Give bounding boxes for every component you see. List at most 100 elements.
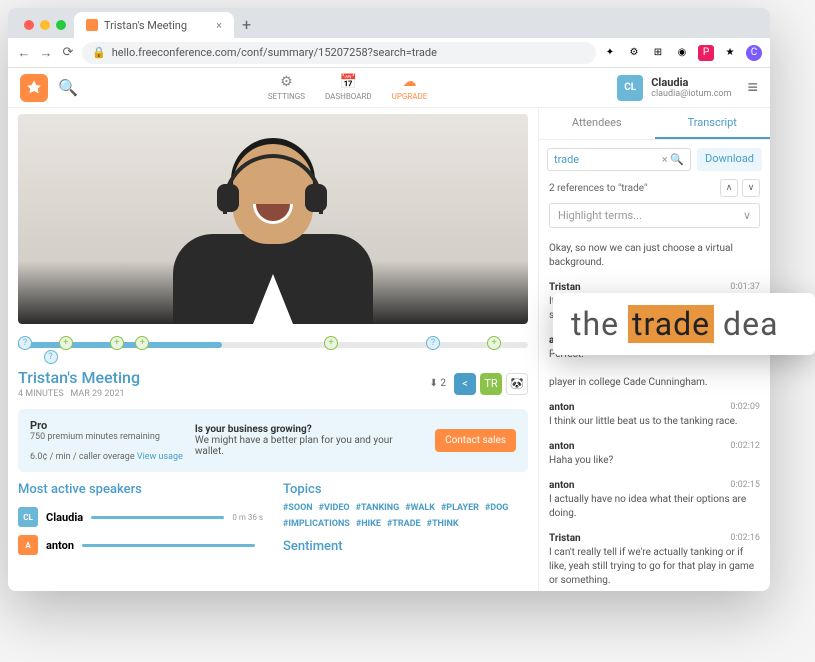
clear-icon[interactable]: × 🔍: [662, 153, 684, 166]
transcript-text: player in college Cade Cunningham.: [549, 376, 760, 390]
transcript-item[interactable]: anton 0:02:12 Haha you like?: [549, 435, 760, 474]
back-icon[interactable]: ←: [16, 45, 32, 61]
calendar-icon: 📅: [340, 74, 357, 90]
ext-icon[interactable]: ✦: [602, 45, 618, 61]
download-link[interactable]: Download: [697, 148, 762, 171]
favicon: [86, 19, 98, 31]
transcript-search-input[interactable]: trade × 🔍: [547, 148, 691, 171]
tab-attendees[interactable]: Attendees: [539, 108, 655, 139]
extension-icons: ✦ ⚙ ⊞ ◉ P ★ C: [602, 45, 762, 61]
app-header: 🔍 ⚙SETTINGS 📅DASHBOARD ☁UPGRADE CL Claud…: [8, 68, 770, 108]
speaker-duration: 0 m 36 s: [232, 513, 263, 522]
highlight-select[interactable]: Highlight terms... ∨: [549, 203, 760, 228]
reference-count: 2 references to "trade": [549, 183, 647, 194]
ext-icon[interactable]: ⚙: [626, 45, 642, 61]
reload-icon[interactable]: ⟳: [60, 45, 76, 60]
meeting-meta: 4 MINUTES MAR 29 2021: [18, 389, 140, 399]
tab-close-icon[interactable]: ×: [216, 19, 222, 32]
browser-tab[interactable]: Tristan's Meeting ×: [74, 12, 234, 38]
tr-badge[interactable]: TR: [480, 373, 502, 395]
ref-prev-button[interactable]: ∧: [720, 179, 738, 197]
ext-icon[interactable]: ★: [722, 45, 738, 61]
chevron-down-icon: ∨: [743, 209, 751, 222]
hamburger-icon[interactable]: ≡: [747, 77, 758, 98]
transcript-text: I actually have no idea what their optio…: [549, 493, 760, 521]
avatar: CL: [617, 75, 643, 101]
user-menu[interactable]: CL Claudia claudia@iotum.com ≡: [617, 75, 758, 101]
browser-tabbar: Tristan's Meeting × +: [8, 8, 770, 38]
lock-icon: 🔒: [92, 46, 106, 59]
search-icon[interactable]: 🔍: [58, 78, 78, 97]
transcript-time: 0:02:12: [730, 441, 760, 452]
topic-tag[interactable]: #SOON: [283, 503, 313, 513]
topic-tag[interactable]: #THINK: [427, 519, 459, 529]
nav-settings[interactable]: ⚙SETTINGS: [260, 70, 313, 105]
topic-tag[interactable]: #VIDEO: [319, 503, 350, 513]
transcript-time: 0:01:37: [730, 282, 760, 293]
transcript-text: I think our little beat us to the tankin…: [549, 415, 760, 429]
ref-next-button[interactable]: ∨: [742, 179, 760, 197]
transcript-speaker: anton: [549, 402, 574, 413]
timeline-marker[interactable]: +: [59, 336, 73, 350]
window-maximize[interactable]: [56, 20, 66, 30]
topic-tag[interactable]: #TRADE: [387, 519, 421, 529]
forward-icon[interactable]: →: [38, 45, 54, 61]
avatar: A: [18, 535, 38, 555]
url-field[interactable]: 🔒 hello.freeconference.com/conf/summary/…: [82, 42, 596, 64]
gear-icon: ⚙: [280, 74, 293, 90]
topic-tag[interactable]: #DOG: [485, 503, 509, 513]
video-thumbnail[interactable]: [18, 114, 528, 324]
timeline-marker[interactable]: ?: [18, 336, 32, 350]
app-logo[interactable]: [20, 74, 48, 102]
emoji-button[interactable]: 🐼: [506, 373, 528, 395]
topic-tag[interactable]: #PLAYER: [441, 503, 479, 513]
topic-tag[interactable]: #WALK: [405, 503, 435, 513]
sentiment-heading: Sentiment: [283, 539, 528, 554]
topic-tag[interactable]: #IMPLICATIONS: [283, 519, 350, 529]
topics-heading: Topics: [283, 482, 528, 497]
profile-icon[interactable]: C: [746, 45, 762, 61]
transcript-list: Okay, so now we can just choose a virtua…: [539, 234, 770, 591]
cloud-up-icon: ☁: [402, 74, 416, 90]
window-minimize[interactable]: [40, 20, 50, 30]
promo-banner: Pro 750 premium minutes remaining 6.0¢ /…: [18, 409, 528, 472]
nav-dashboard[interactable]: 📅DASHBOARD: [317, 70, 380, 105]
nav-upgrade[interactable]: ☁UPGRADE: [384, 70, 436, 105]
timeline[interactable]: ? + + + ? + ? +: [18, 330, 528, 360]
speaker-row[interactable]: Aanton: [18, 531, 263, 559]
window-close[interactable]: [24, 20, 34, 30]
timeline-marker[interactable]: ?: [44, 350, 58, 364]
speakers-heading: Most active speakers: [18, 482, 263, 497]
share-button[interactable]: <: [454, 373, 476, 395]
plan-name: Pro: [30, 419, 47, 432]
meeting-title: Tristan's Meeting: [18, 368, 140, 387]
speaker-row[interactable]: CLClaudia0 m 36 s: [18, 503, 263, 531]
ext-icon[interactable]: P: [698, 45, 714, 61]
main-pane: ? + + + ? + ? + Tristan's Meeting 4 MINU…: [8, 108, 538, 591]
timeline-marker[interactable]: +: [110, 336, 124, 350]
ext-icon[interactable]: ⊞: [650, 45, 666, 61]
transcript-item[interactable]: Okay, so now we can just choose a virtua…: [549, 234, 760, 276]
transcript-item[interactable]: player in college Cade Cunningham.: [549, 368, 760, 396]
new-tab-button[interactable]: +: [234, 15, 259, 38]
transcript-text: I can't really tell if we're actually ta…: [549, 546, 760, 588]
transcript-item[interactable]: anton0:02:09I think our little beat us t…: [549, 396, 760, 435]
topic-tag[interactable]: #TANKING: [356, 503, 400, 513]
promo-question: Is your business growing?: [195, 424, 312, 435]
overage-rate: 6.0¢ / min / caller overage: [30, 452, 135, 462]
topic-tag[interactable]: #HIKE: [356, 519, 381, 529]
timeline-marker[interactable]: ?: [426, 336, 440, 350]
transcript-item[interactable]: Tristan0:02:16I can't really tell if we'…: [549, 527, 760, 591]
tab-transcript[interactable]: Transcript: [655, 108, 771, 139]
transcript-text: Okay, so now we can just choose a virtua…: [549, 242, 760, 270]
contact-sales-button[interactable]: Contact sales: [435, 429, 516, 452]
avatar: CL: [18, 507, 38, 527]
transcript-text: Haha you like?: [549, 454, 760, 468]
view-usage-link[interactable]: View usage: [137, 452, 183, 462]
timeline-marker[interactable]: +: [324, 336, 338, 350]
transcript-item[interactable]: anton0:02:15I actually have no idea what…: [549, 474, 760, 527]
transcript-speaker: Tristan: [549, 533, 581, 544]
speaker-name: anton: [46, 539, 74, 552]
transcript-speaker: anton: [549, 441, 574, 452]
ext-icon[interactable]: ◉: [674, 45, 690, 61]
